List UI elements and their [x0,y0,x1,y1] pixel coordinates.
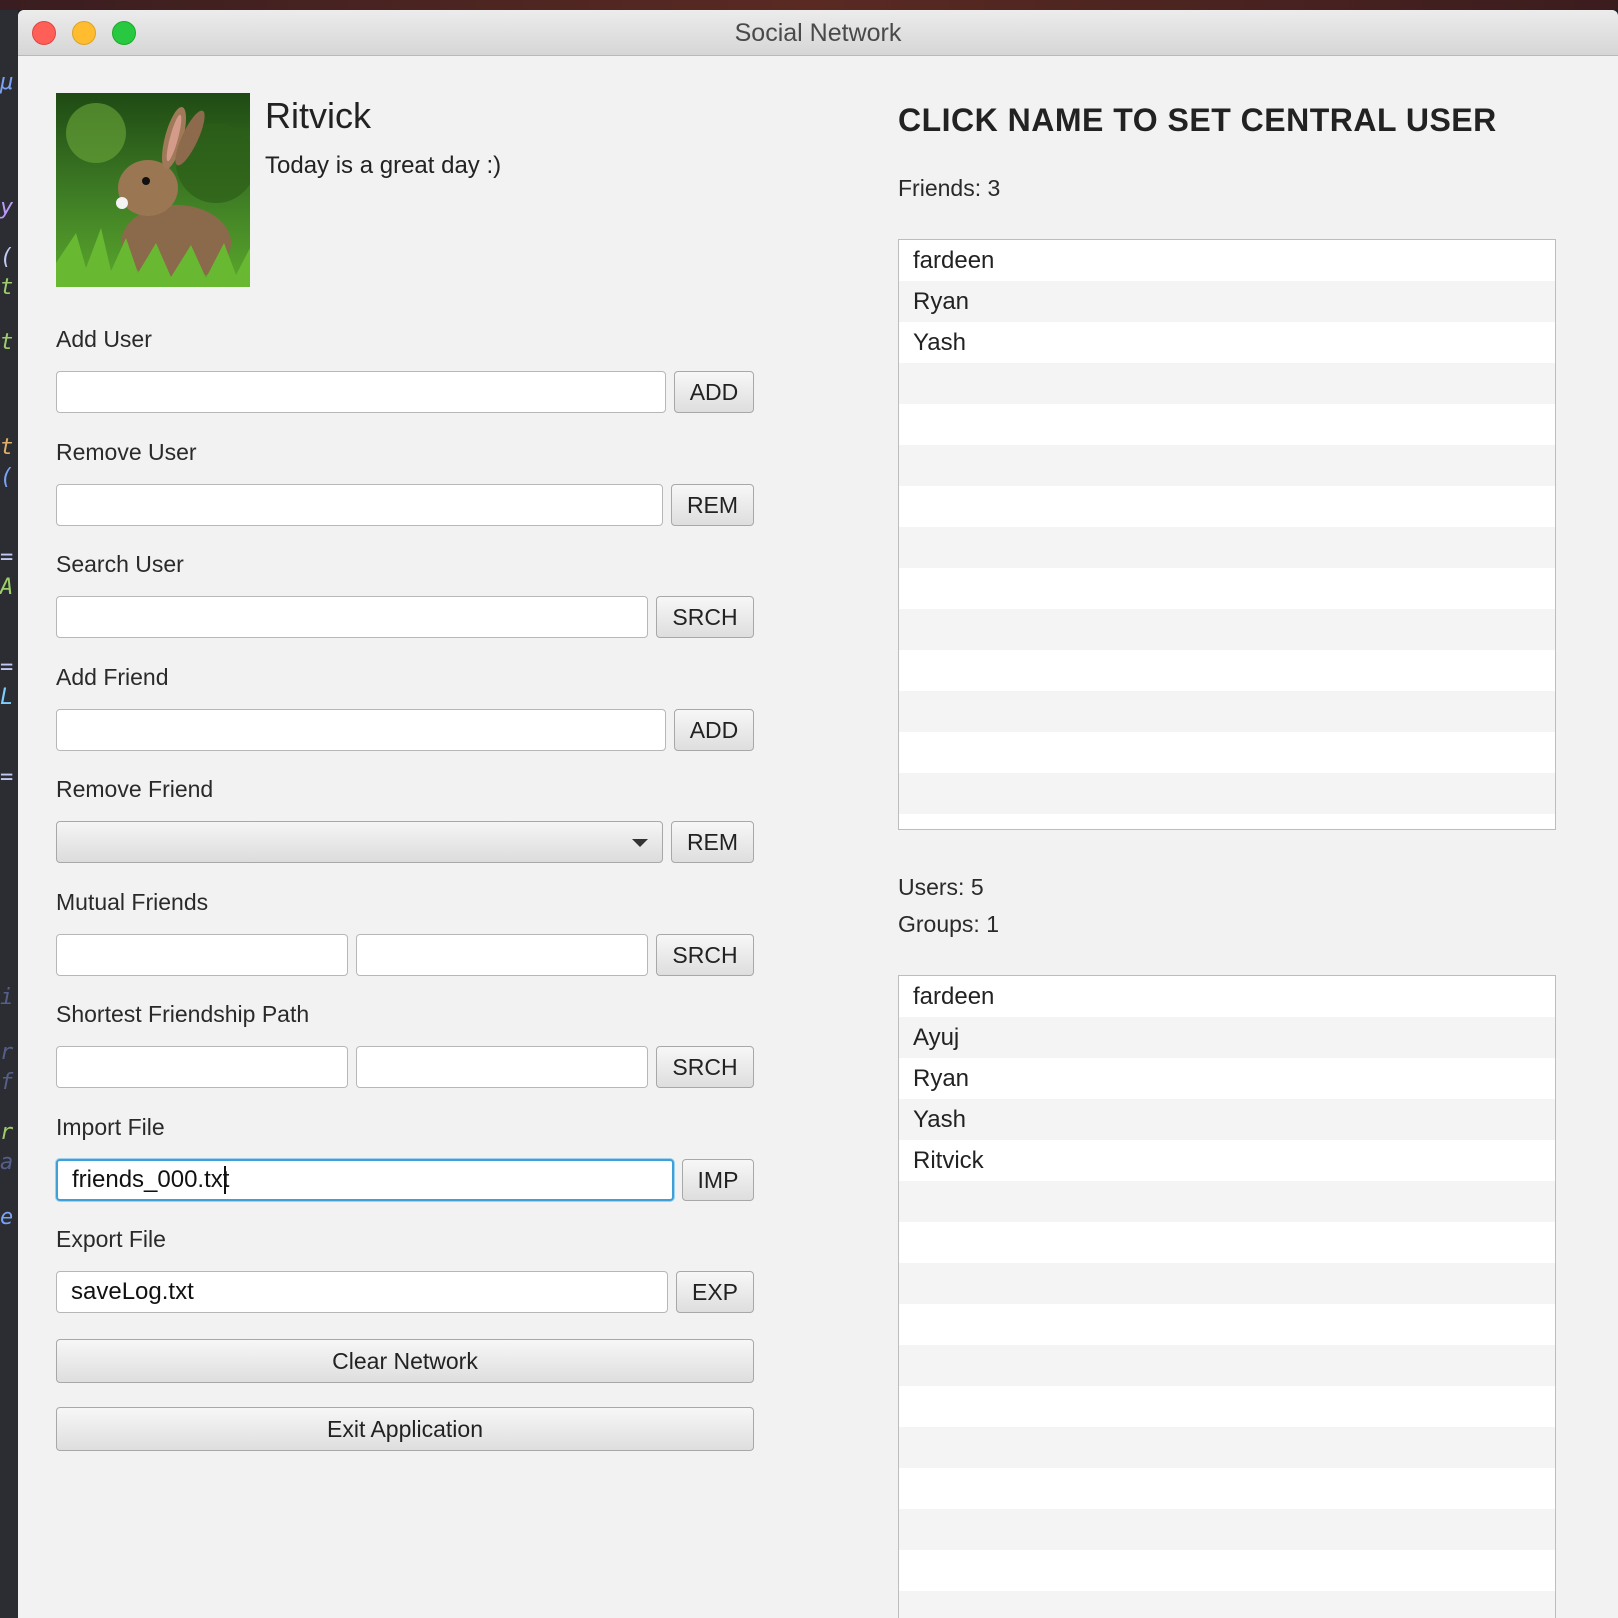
users-list[interactable]: fardeen Ayuj Ryan Yash Ritvick [898,975,1556,1618]
friends-list-item[interactable]: fardeen [899,240,1555,281]
remove-friend-dropdown[interactable] [56,821,663,863]
add-user-label: Add User [56,326,152,352]
shortest-path-input-2[interactable] [356,1046,648,1088]
import-file-button[interactable]: IMP [682,1159,754,1201]
clear-network-button[interactable]: Clear Network [56,1339,754,1383]
profile-avatar [56,93,250,287]
users-list-item[interactable]: Ritvick [899,1140,1555,1181]
text-cursor [224,1166,226,1194]
shortest-path-label: Shortest Friendship Path [56,1001,310,1027]
app-window: Social Network Ritvick Today is a great … [18,10,1618,1618]
users-list-item[interactable]: Ayuj [899,1017,1555,1058]
add-user-input[interactable] [56,371,666,413]
desktop-background [0,0,1618,10]
title-bar[interactable]: Social Network [18,10,1618,56]
remove-user-input[interactable] [56,484,663,526]
remove-friend-button[interactable]: REM [671,821,754,863]
window-title: Social Network [734,19,902,47]
search-user-label: Search User [56,551,184,577]
users-list-item[interactable]: Yash [899,1099,1555,1140]
chevron-down-icon [632,839,648,847]
import-file-label: Import File [56,1114,165,1140]
groups-count: Groups: 1 [898,911,999,937]
export-file-button[interactable]: EXP [676,1271,754,1313]
search-user-button[interactable]: SRCH [656,596,754,638]
friends-list[interactable]: fardeen Ryan Yash [898,239,1556,830]
mutual-friends-search-button[interactable]: SRCH [656,934,754,976]
friends-list-item[interactable]: Ryan [899,281,1555,322]
mutual-friends-label: Mutual Friends [56,889,209,915]
remove-friend-label: Remove Friend [56,776,214,802]
friends-count: Friends: 3 [898,175,1001,201]
mutual-friends-input-1[interactable] [56,934,348,976]
add-friend-button[interactable]: ADD [674,709,754,751]
central-user-heading: CLICK NAME TO SET CENTRAL USER [898,102,1497,138]
friends-list-item[interactable]: Yash [899,322,1555,363]
add-user-button[interactable]: ADD [674,371,754,413]
export-file-input[interactable] [56,1271,668,1313]
background-editor-window: μ y ( t t t ( = A = L = i r f r a e [0,10,18,1618]
import-file-input[interactable] [56,1159,674,1201]
exit-application-button[interactable]: Exit Application [56,1407,754,1451]
add-friend-input[interactable] [56,709,666,751]
users-count: Users: 5 [898,874,984,900]
remove-user-button[interactable]: REM [671,484,754,526]
remove-user-label: Remove User [56,439,197,465]
add-friend-label: Add Friend [56,664,169,690]
shortest-path-search-button[interactable]: SRCH [656,1046,754,1088]
search-user-input[interactable] [56,596,648,638]
users-list-item[interactable]: fardeen [899,976,1555,1017]
export-file-label: Export File [56,1226,166,1252]
shortest-path-input-1[interactable] [56,1046,348,1088]
profile-status: Today is a great day :) [265,152,502,179]
profile-name: Ritvick [265,95,371,136]
mutual-friends-input-2[interactable] [356,934,648,976]
users-list-item[interactable]: Ryan [899,1058,1555,1099]
